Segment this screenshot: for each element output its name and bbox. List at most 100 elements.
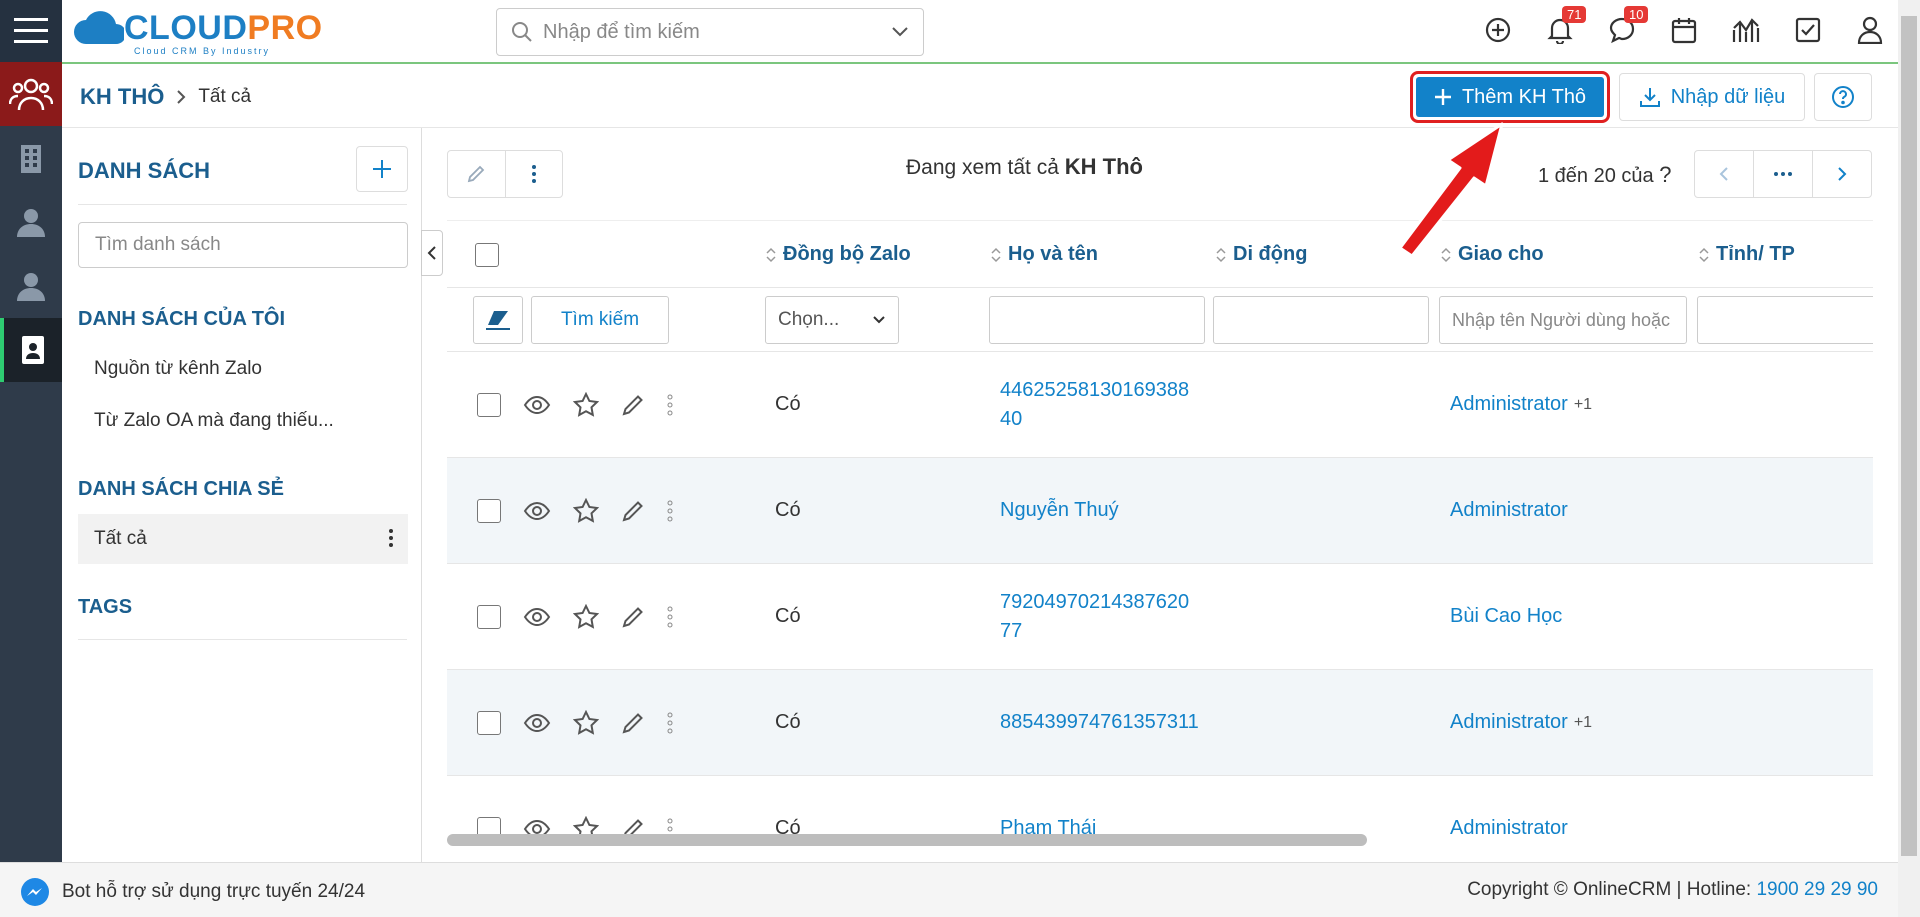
- table-row[interactable]: Có Nguyễn Thuý Administrator: [447, 458, 1873, 564]
- row-checkbox[interactable]: [477, 498, 501, 523]
- column-header-label: Tỉnh/ TP: [1716, 243, 1795, 265]
- cloudpro-logo[interactable]: CLOUDPRO Cloud CRM By Industry: [72, 4, 323, 56]
- column-header-province[interactable]: Tỉnh/ TP: [1698, 243, 1795, 266]
- ellipsis-icon: [1774, 172, 1792, 176]
- collapse-sidebar-button[interactable]: [421, 230, 443, 276]
- id-card-icon: [22, 336, 44, 364]
- assigned-to-filter-input[interactable]: Nhập tên Người dùng hoặc: [1439, 296, 1687, 344]
- sort-icon: [991, 247, 1001, 262]
- star-icon[interactable]: [573, 709, 599, 736]
- hotline-number[interactable]: 1900 29 29 90: [1756, 879, 1878, 900]
- breadcrumb-module[interactable]: KH THÔ: [80, 84, 164, 110]
- viewing-text: Đang xem tất cả KH Thô: [906, 154, 1143, 180]
- kebab-menu-icon[interactable]: [667, 606, 673, 628]
- building-icon: [21, 145, 41, 173]
- global-search-input[interactable]: Nhập để tìm kiếm: [496, 8, 924, 56]
- table-row[interactable]: Có 4462525813016938840 Administrator +1: [447, 352, 1873, 458]
- clear-filters-button[interactable]: [473, 296, 523, 344]
- table-row[interactable]: Có 7920497021438762077 Bùi Cao Học: [447, 564, 1873, 670]
- global-search-placeholder: Nhập để tìm kiếm: [543, 20, 700, 43]
- province-filter-input[interactable]: [1697, 296, 1873, 344]
- table-header-row: Đồng bộ Zalo Họ và tên Di động Giao cho …: [447, 220, 1873, 288]
- page-options-button[interactable]: [1754, 151, 1813, 197]
- tasks-button[interactable]: [1788, 10, 1828, 50]
- user-profile-button[interactable]: [1850, 10, 1890, 50]
- eye-icon[interactable]: [523, 501, 551, 521]
- mobile-filter-input[interactable]: [1213, 296, 1429, 344]
- rail-item-customers[interactable]: [0, 62, 62, 126]
- assigned-user-link[interactable]: Administrator: [1450, 711, 1568, 734]
- column-header-zalo-sync[interactable]: Đồng bộ Zalo: [765, 243, 911, 266]
- assigned-user-link[interactable]: Bùi Cao Học: [1450, 605, 1562, 628]
- kebab-menu-icon[interactable]: [667, 394, 673, 416]
- pencil-icon[interactable]: [621, 499, 645, 523]
- add-list-button[interactable]: [356, 146, 408, 192]
- cell-full-name-link[interactable]: 4462525813016938840: [1000, 352, 1200, 457]
- filter-search-button[interactable]: Tìm kiếm: [531, 296, 669, 344]
- star-icon[interactable]: [573, 603, 599, 630]
- calendar-button[interactable]: [1664, 10, 1704, 50]
- pencil-icon[interactable]: [621, 393, 645, 417]
- column-header-full-name[interactable]: Họ và tên: [990, 243, 1098, 266]
- quick-create-button[interactable]: [1478, 10, 1518, 50]
- person-icon: [17, 273, 45, 301]
- support-bot-link[interactable]: Bot hỗ trợ sử dụng trực tuyến 24/24: [20, 877, 365, 907]
- row-checkbox[interactable]: [477, 604, 501, 629]
- cell-full-name-link[interactable]: 885439974761357311: [1000, 670, 1200, 775]
- star-icon[interactable]: [573, 391, 599, 418]
- full-name-filter-input[interactable]: [989, 296, 1205, 344]
- assigned-more-count[interactable]: +1: [1574, 714, 1592, 732]
- prev-page-button[interactable]: [1695, 151, 1754, 197]
- rail-item-contacts[interactable]: [0, 190, 62, 254]
- pager-total-unknown[interactable]: ?: [1659, 162, 1671, 187]
- eye-icon[interactable]: [523, 607, 551, 627]
- cell-full-name-link[interactable]: 7920497021438762077: [1000, 564, 1200, 669]
- assigned-user-link[interactable]: Administrator: [1450, 393, 1568, 416]
- zalo-sync-filter-select[interactable]: Chọn...: [765, 296, 899, 344]
- cell-full-name-link[interactable]: Nguyễn Thuý: [1000, 458, 1200, 563]
- chevron-down-icon: [873, 316, 885, 324]
- bulk-edit-button[interactable]: [448, 151, 506, 197]
- next-page-button[interactable]: [1813, 151, 1871, 197]
- notifications-button[interactable]: 71: [1540, 6, 1587, 50]
- kebab-menu-icon[interactable]: [667, 500, 673, 522]
- reports-button[interactable]: [1726, 10, 1766, 50]
- horizontal-scrollbar[interactable]: [447, 834, 1367, 846]
- rail-item-companies[interactable]: [0, 126, 62, 190]
- star-icon[interactable]: [573, 497, 599, 524]
- import-data-button[interactable]: Nhập dữ liệu: [1619, 73, 1805, 121]
- assigned-user-link[interactable]: Administrator: [1450, 817, 1568, 840]
- kebab-menu-icon[interactable]: [667, 712, 673, 734]
- footer: Bot hỗ trợ sử dụng trực tuyến 24/24 Copy…: [0, 862, 1898, 917]
- sidebar-item-zalo-oa-missing[interactable]: Từ Zalo OA mà đang thiếu...: [78, 396, 408, 446]
- kebab-menu-icon[interactable]: [388, 528, 394, 548]
- more-actions-button[interactable]: [506, 151, 563, 197]
- assigned-more-count[interactable]: +1: [1574, 396, 1592, 414]
- row-checkbox[interactable]: [477, 710, 501, 735]
- cell-assigned-to: Bùi Cao Học: [1450, 564, 1568, 669]
- assigned-user-link[interactable]: Administrator: [1450, 499, 1568, 522]
- list-search-input[interactable]: Tìm danh sách: [78, 222, 408, 268]
- zalo-sync-filter-value: Chọn...: [778, 309, 840, 330]
- select-all-checkbox[interactable]: [475, 243, 499, 267]
- sidebar-item-all[interactable]: Tất cả: [78, 514, 408, 564]
- add-lead-button[interactable]: Thêm KH Thô: [1416, 77, 1604, 117]
- vertical-scrollbar[interactable]: [1898, 0, 1920, 917]
- help-button[interactable]: [1814, 73, 1872, 121]
- leads-table: Đồng bộ Zalo Họ và tên Di động Giao cho …: [447, 220, 1873, 848]
- pencil-icon[interactable]: [621, 711, 645, 735]
- filter-row: Tìm kiếm Chọn... Nhập tên Người dùng hoặ…: [447, 288, 1873, 352]
- column-header-mobile[interactable]: Di động: [1215, 243, 1307, 266]
- rail-item-person[interactable]: [0, 254, 62, 318]
- row-checkbox[interactable]: [477, 392, 501, 417]
- module-header: KH THÔ Tất cả Thêm KH Thô Nhập dữ liệu: [62, 64, 1898, 128]
- rail-item-leads[interactable]: [0, 318, 62, 382]
- eye-icon[interactable]: [523, 395, 551, 415]
- table-row[interactable]: Có 885439974761357311 Administrator +1: [447, 670, 1873, 776]
- pencil-icon[interactable]: [621, 605, 645, 629]
- vertical-scrollbar-thumb[interactable]: [1901, 16, 1917, 856]
- sidebar-item-zalo-source[interactable]: Nguồn từ kênh Zalo: [78, 344, 408, 394]
- hamburger-menu-button[interactable]: [0, 0, 62, 62]
- messages-button[interactable]: 10: [1602, 6, 1649, 50]
- eye-icon[interactable]: [523, 713, 551, 733]
